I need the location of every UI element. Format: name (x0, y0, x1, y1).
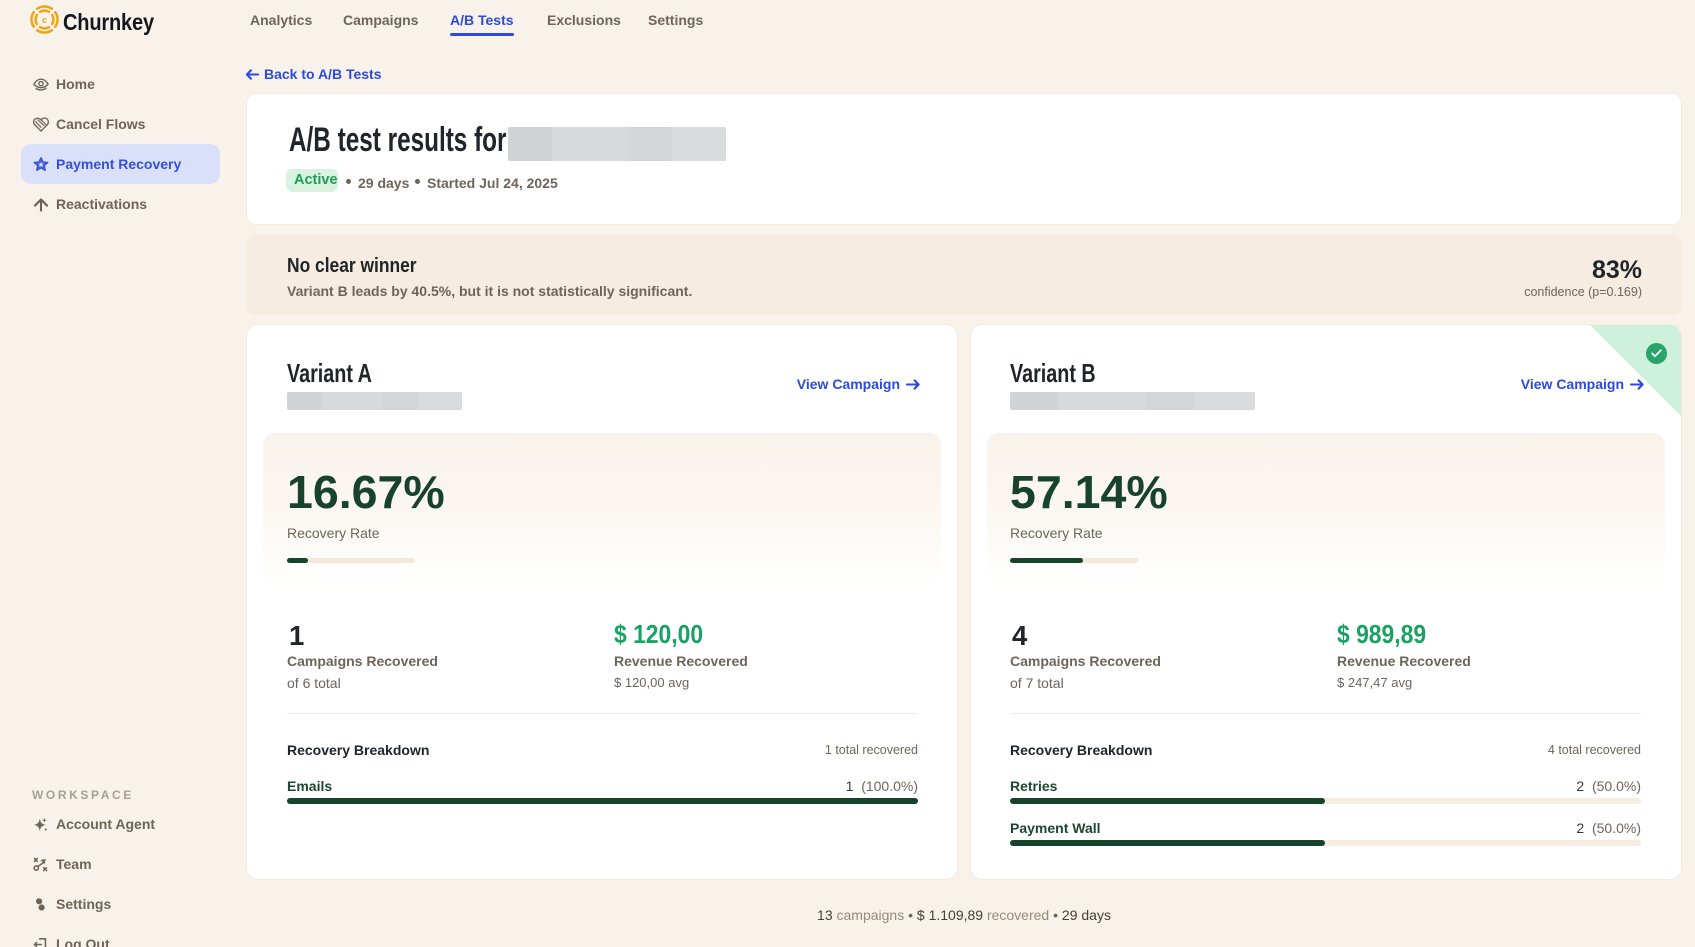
svg-text:c: c (42, 15, 47, 25)
